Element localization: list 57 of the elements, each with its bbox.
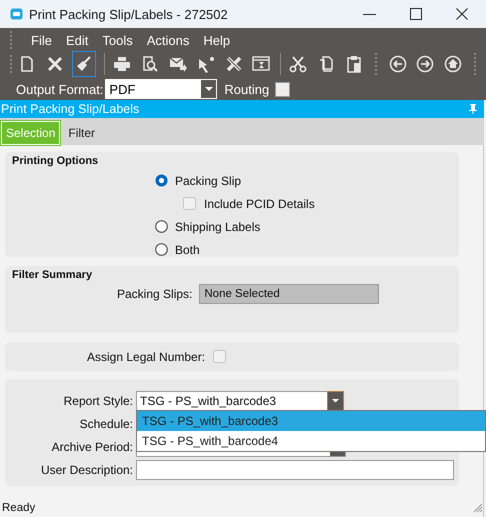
section-title: Filter Summary	[11, 268, 94, 281]
paste-icon[interactable]	[344, 55, 363, 73]
section-title: Printing Options	[11, 154, 100, 167]
routing-label: Routing	[224, 82, 270, 96]
dropdown-option[interactable]: TSG - PS_with_barcode4	[137, 431, 485, 451]
forward-icon[interactable]	[416, 55, 434, 73]
menu-item[interactable]: Help	[200, 32, 230, 48]
radio-button[interactable]	[155, 243, 168, 256]
email-icon[interactable]	[168, 55, 187, 73]
option-label: Shipping Labels	[175, 220, 260, 234]
back-icon[interactable]	[388, 55, 407, 73]
field-label: Archive Period:	[50, 440, 133, 454]
arrow-icon[interactable]	[196, 55, 215, 73]
menu-item[interactable]: Actions	[144, 32, 190, 48]
panel-title: Print Packing Slip/Labels	[1, 102, 140, 116]
resize-grip-icon[interactable]	[473, 502, 483, 512]
delete-icon[interactable]	[46, 55, 64, 73]
dropdown-value: PDF	[109, 82, 136, 96]
option-label: Include PCID Details	[204, 196, 315, 210]
caret-icon	[204, 87, 213, 91]
output-format-dropdown[interactable]: PDF	[105, 79, 218, 99]
checkbox[interactable]	[213, 350, 226, 363]
tools-icon[interactable]	[224, 55, 243, 73]
cut-icon[interactable]	[289, 55, 308, 73]
home-icon[interactable]	[444, 55, 462, 73]
pin-icon[interactable]	[468, 104, 478, 114]
menu-item[interactable]: File	[28, 32, 52, 48]
checkbox[interactable]	[183, 197, 196, 210]
status-text: Ready	[2, 502, 36, 514]
field-label: Assign Legal Number:	[87, 350, 206, 364]
dropdown-value: TSG - PS_with_barcode3	[140, 394, 276, 408]
print-preview-icon[interactable]	[141, 55, 160, 73]
field-label: Packing Slips:	[117, 287, 192, 301]
output-format-label: Output Format:	[16, 82, 104, 96]
option-label: Packing Slip	[175, 174, 242, 188]
field-label: Schedule:	[78, 416, 133, 430]
broom-icon[interactable]	[75, 55, 93, 73]
maximize-icon[interactable]	[410, 8, 422, 20]
radio-button[interactable]	[155, 174, 168, 187]
report-style-dropdown[interactable]: TSG - PS_with_barcode3	[136, 390, 344, 410]
close-icon[interactable]	[456, 8, 468, 20]
menu-item[interactable]: Edit	[62, 32, 88, 48]
dropdown-option[interactable]: TSG - PS_with_barcode3	[137, 411, 485, 431]
printer-icon[interactable]	[113, 55, 132, 73]
field-label: User Description:	[40, 462, 133, 476]
radio-button[interactable]	[155, 220, 168, 233]
window-title: Print Packing Slip/Labels - 272502	[29, 6, 229, 22]
hourglass-icon[interactable]	[252, 55, 270, 73]
user-description-field[interactable]	[136, 460, 454, 480]
menu-item[interactable]: Tools	[99, 32, 133, 48]
tab[interactable]: Filter	[64, 121, 102, 145]
option-label: Both	[175, 242, 200, 256]
routing-checkbox[interactable]	[275, 82, 290, 96]
caret-icon	[332, 398, 339, 402]
app-icon	[10, 8, 23, 20]
field-label: Report Style:	[62, 394, 133, 408]
packing-slips-field: None Selected	[199, 284, 380, 304]
